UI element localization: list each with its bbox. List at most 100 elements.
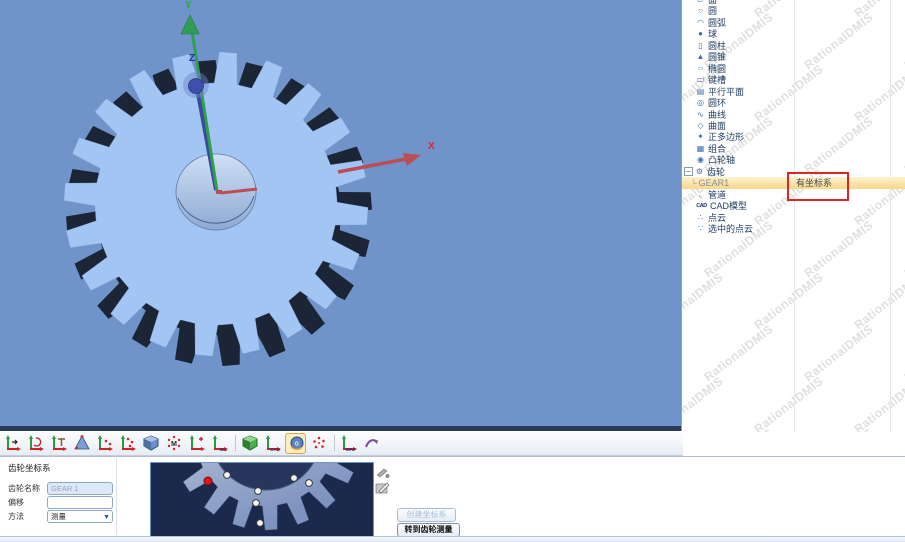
map-csys-icon[interactable]: MAP — [338, 433, 359, 454]
csys-toolbar: M 321 CAD G MAP — [0, 431, 683, 456]
torus-icon: ◎ — [695, 97, 706, 109]
gear-name-field-value: GEAR 1 — [51, 484, 79, 493]
tree-item-label: 点云 — [708, 213, 726, 223]
tree-connector: └ — [691, 179, 697, 188]
tree-item-label: CAD模型 — [710, 201, 747, 211]
gear-name-field-label: 齿轮名称 — [8, 482, 40, 495]
pipe-icon: ◟ — [695, 189, 706, 201]
tree-item-label: 圆环 — [708, 98, 726, 108]
tree-item-label: 曲面 — [708, 121, 726, 131]
gear-csys-icon[interactable]: G — [285, 433, 306, 454]
tree-item-torus[interactable]: ◎圆环 — [682, 97, 905, 109]
curve-icon: ∿ — [695, 109, 706, 121]
points-fit-icon[interactable] — [308, 433, 329, 454]
toolbar-separator — [334, 435, 335, 451]
tree-item-sphere[interactable]: ●球 — [682, 28, 905, 40]
jog-csys-icon[interactable] — [94, 433, 115, 454]
measure-points-icon[interactable]: M — [163, 433, 184, 454]
svg-text:MAP: MAP — [346, 447, 356, 452]
tree-item-cad-model[interactable]: CADCAD模型 — [682, 200, 905, 212]
csys-321-icon[interactable]: 321 — [209, 433, 230, 454]
offset-field-label: 偏移 — [8, 496, 24, 509]
feature-tree-panel: RationalDMISRationalDMISRationalDMISRati… — [681, 0, 905, 456]
parallel-planes-icon: ▤ — [695, 86, 706, 98]
create-csys-button: 创建坐标系 — [397, 508, 456, 522]
tree-item-label: 曲线 — [708, 110, 726, 120]
z-axis-label: Z — [189, 54, 195, 64]
axes-points-icon[interactable] — [117, 433, 138, 454]
method-select-value: 测量 — [51, 512, 66, 521]
tree-item-label: 圆弧 — [708, 18, 726, 28]
slot-icon: ▭ — [695, 74, 706, 86]
tree-item-curve[interactable]: ∿曲线 — [682, 109, 905, 121]
collapse-toggle-icon[interactable]: − — [684, 167, 693, 176]
gear-3d-render — [0, 0, 681, 431]
gear-preview-image — [150, 462, 374, 537]
tree-item-cone[interactable]: ▲圆锥 — [682, 51, 905, 63]
tree-item-label: 正多边形 — [708, 132, 744, 142]
tree-item-selected-point-cloud[interactable]: ∵选中的点云 — [682, 223, 905, 235]
tree-item-label: 圆锥 — [708, 52, 726, 62]
feature-tree: ▱面○圆◠圆弧●球▯圆柱▲圆锥○椭圆▭键槽▤平行平面◎圆环∿曲线◇曲面✦正多边形… — [682, 0, 905, 432]
tree-item-label: 组合 — [708, 144, 726, 154]
edit-icon[interactable] — [375, 481, 391, 495]
svg-text:CAD: CAD — [270, 447, 280, 452]
svg-text:M: M — [171, 441, 177, 448]
x-axis-label: X — [428, 142, 435, 152]
3d-viewport[interactable]: X Y Z — [0, 0, 681, 431]
probe-icon[interactable] — [375, 466, 391, 480]
goto-gear-measure-button[interactable]: 转到齿轮测量 — [397, 523, 460, 537]
camshaft-icon: ◉ — [695, 154, 706, 166]
tree-item-arc[interactable]: ◠圆弧 — [682, 17, 905, 29]
arc-icon: ◠ — [695, 17, 706, 29]
tree-item-cylinder[interactable]: ▯圆柱 — [682, 40, 905, 52]
tree-item-label: 凸轮轴 — [708, 155, 735, 165]
form-divider — [116, 459, 117, 535]
tree-item-label: 圆柱 — [708, 41, 726, 51]
ellipse-icon: ○ — [693, 64, 708, 74]
best-fit-icon[interactable] — [239, 433, 260, 454]
view-cube-icon[interactable] — [140, 433, 161, 454]
selected-point-cloud-icon: ∵ — [695, 223, 706, 235]
csys-translate-icon[interactable] — [2, 433, 23, 454]
y-axis-label: Y — [185, 1, 192, 11]
tree-item-label: 齿轮 — [707, 167, 725, 177]
tree-item-group[interactable]: ▦组合 — [682, 143, 905, 155]
circle-icon: ○ — [695, 5, 706, 17]
tree-item-surface[interactable]: ◇曲面 — [682, 120, 905, 132]
sphere-icon: ● — [695, 28, 706, 40]
annotation-red-box — [787, 172, 849, 201]
dropdown-arrow-icon[interactable]: ▼ — [103, 512, 110, 523]
gear-name-field: GEAR 1 — [47, 482, 113, 495]
tree-item-camshaft[interactable]: ◉凸轮轴 — [682, 154, 905, 166]
tree-item-parallel-planes[interactable]: ▤平行平面 — [682, 86, 905, 98]
tree-item-label: 键槽 — [708, 75, 726, 85]
gear-icon: ⚙ — [694, 166, 705, 178]
method-select-label: 方法 — [8, 510, 24, 523]
offset-field[interactable] — [47, 496, 113, 509]
tree-item-label: 圆 — [708, 6, 717, 16]
tree-item-circle[interactable]: ○圆 — [682, 5, 905, 17]
cad-csys-icon[interactable]: CAD — [262, 433, 283, 454]
method-select[interactable]: 测量 ▼ — [47, 510, 113, 523]
svg-text:321: 321 — [219, 447, 227, 452]
csys-rotate-icon[interactable] — [25, 433, 46, 454]
probe-path-icon[interactable] — [361, 433, 382, 454]
tree-item-label: 球 — [708, 29, 717, 39]
csys-offset-icon[interactable] — [186, 433, 207, 454]
status-strip — [0, 536, 905, 542]
tree-item-polygon[interactable]: ✦正多边形 — [682, 131, 905, 143]
tree-item-point-cloud[interactable]: ∴点云 — [682, 212, 905, 224]
tree-item-label: 平行平面 — [708, 87, 744, 97]
rationaldmis-window: X Y Z RationalDMISRationalDMISRationalDM… — [0, 0, 905, 542]
svg-text:G: G — [295, 442, 299, 448]
tree-item-slot[interactable]: ▭键槽 — [682, 74, 905, 86]
csys-edit-icon[interactable] — [48, 433, 69, 454]
surface-icon: ◇ — [695, 120, 706, 132]
tree-item-label: 管道 — [708, 190, 726, 200]
align-321-icon[interactable] — [71, 433, 92, 454]
toolbar-separator — [235, 435, 236, 451]
tree-item-ellipse[interactable]: ○椭圆 — [682, 63, 905, 75]
cone-icon: ▲ — [695, 51, 706, 63]
cad-model-icon: CAD — [695, 200, 708, 212]
